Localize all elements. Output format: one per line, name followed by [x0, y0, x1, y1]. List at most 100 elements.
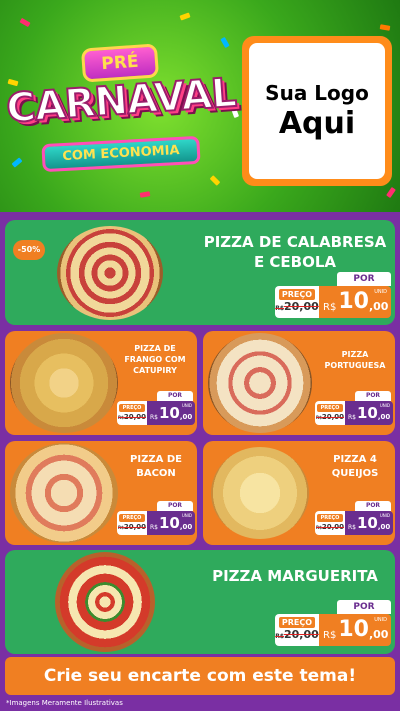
new-price-cents: ,00	[179, 523, 193, 531]
por-label: POR	[337, 272, 391, 286]
product-title-line2: QUEIJOS	[331, 468, 379, 479]
old-currency: R$	[315, 414, 322, 420]
product-title-line1: PIZZA DE	[134, 344, 176, 353]
pizza-bacon-image	[10, 443, 118, 543]
old-price: R$20,00	[275, 628, 319, 644]
new-price-box: R$ 10 ,00 UNID	[147, 511, 195, 535]
new-price-cents: ,00	[368, 300, 389, 313]
pizza-portuguesa-image	[208, 333, 312, 433]
unit-label: UNID	[379, 513, 390, 518]
new-price-box: R$ 10 ,00 UNID	[147, 401, 195, 425]
price-tag: POR PREÇO R$20,00 R$ 10 ,00 UNID	[315, 391, 393, 425]
new-price-int: 10	[159, 514, 180, 532]
por-label: POR	[337, 600, 391, 614]
old-currency: R$	[275, 304, 284, 312]
old-price-box: PREÇO R$20,00	[275, 286, 319, 318]
old-price-box: PREÇO R$20,00	[315, 401, 345, 425]
new-price-int: 10	[338, 617, 369, 642]
confetti	[379, 24, 391, 31]
pre-carnaval-logo: PRÉ CARNAVAL COM ECONOMIA	[4, 28, 238, 188]
product-title-line2: BACON	[136, 468, 176, 479]
old-value: 20,00	[284, 627, 319, 641]
cta-banner[interactable]: Crie seu encarte com este tema!	[5, 657, 395, 695]
confetti	[386, 186, 396, 199]
unit-label: UNID	[181, 513, 192, 518]
por-label: POR	[355, 501, 391, 511]
new-price-int: 10	[357, 404, 378, 422]
old-price-box: PREÇO R$20,00	[117, 511, 147, 535]
currency: R$	[348, 414, 356, 421]
currency: R$	[348, 524, 356, 531]
price-tag: POR PREÇO R$20,00 R$ 10 ,00 UNID	[315, 501, 393, 535]
price-tag: POR PREÇO R$20,00 R$ 10 ,00 UNID	[275, 272, 391, 318]
pizza-marguerita-image	[55, 552, 155, 652]
product-title-line1: PIZZA DE CALABRESA	[203, 233, 387, 251]
preco-label: PREÇO	[119, 513, 145, 522]
old-price-box: PREÇO R$20,00	[117, 401, 147, 425]
currency: R$	[150, 524, 158, 531]
preco-label: PREÇO	[119, 403, 145, 412]
product-title: PIZZA DE BACON	[117, 453, 195, 481]
old-value: 20,00	[321, 412, 345, 421]
preco-label: PREÇO	[317, 403, 343, 412]
old-price: R$20,00	[275, 300, 319, 316]
new-price-cents: ,00	[368, 628, 389, 641]
new-price-cents: ,00	[377, 413, 391, 421]
old-value: 20,00	[123, 412, 147, 421]
disclaimer-text: *Imagens Meramente Ilustrativas	[6, 699, 123, 707]
product-title: PIZZA MARGUERITA	[195, 566, 395, 586]
currency: R$	[323, 630, 337, 641]
new-price-int: 10	[357, 514, 378, 532]
unit-label: UNID	[374, 617, 387, 623]
economia-ribbon: COM ECONOMIA	[41, 135, 201, 173]
confetti	[139, 191, 151, 198]
unit-label: UNID	[379, 403, 390, 408]
por-label: POR	[157, 391, 193, 401]
new-price-box: R$ 10 ,00 UNID	[319, 614, 391, 646]
old-price-box: PREÇO R$20,00	[275, 614, 319, 646]
pizza-frango-image	[10, 333, 118, 433]
brand-logo-inner: Sua Logo Aqui	[249, 43, 385, 179]
price-tag: POR PREÇO R$20,00 R$ 10 ,00 UNID	[117, 391, 195, 425]
pizza-calabresa-image	[57, 226, 163, 320]
product-title: PIZZA DE FRANGO COM CATUPIRY	[113, 343, 197, 376]
brand-logo-line1: Sua Logo	[265, 81, 369, 105]
discount-badge: -50%	[13, 240, 45, 260]
confetti	[179, 12, 191, 21]
product-title-line1: PIZZA	[341, 350, 369, 359]
new-price-cents: ,00	[179, 413, 193, 421]
new-price-int: 10	[338, 289, 369, 314]
new-price-int: 10	[159, 404, 180, 422]
product-title-line2: E CEBOLA	[253, 253, 337, 271]
product-card-frango[interactable]: PIZZA DE FRANGO COM CATUPIRY POR PREÇO R…	[5, 331, 197, 435]
old-price: R$20,00	[316, 522, 344, 533]
product-card-marguerita[interactable]: PIZZA MARGUERITA POR PREÇO R$20,00 R$ 10…	[5, 550, 395, 654]
product-card-portuguesa[interactable]: PIZZA PORTUGUESA POR PREÇO R$20,00 R$ 10…	[203, 331, 395, 435]
old-currency: R$	[275, 632, 284, 640]
product-title-line2: FRANGO COM	[124, 355, 186, 364]
old-currency: R$	[117, 414, 124, 420]
brand-logo-placeholder[interactable]: Sua Logo Aqui	[242, 36, 392, 186]
new-price-box: R$ 10 ,00 UNID	[345, 401, 393, 425]
old-price: R$20,00	[316, 412, 344, 423]
product-card-bacon[interactable]: PIZZA DE BACON POR PREÇO R$20,00 R$ 10 ,…	[5, 441, 197, 545]
product-card-4-queijos[interactable]: PIZZA 4 QUEIJOS POR PREÇO R$20,00 R$ 10 …	[203, 441, 395, 545]
product-title: PIZZA 4 QUEIJOS	[319, 453, 391, 481]
new-price-cents: ,00	[377, 523, 391, 531]
new-price-box: R$ 10 ,00 UNID	[345, 511, 393, 535]
product-title-line3: CATUPIRY	[133, 366, 177, 375]
old-value: 20,00	[284, 299, 319, 313]
por-label: POR	[157, 501, 193, 511]
unit-label: UNID	[374, 289, 387, 295]
product-title: PIZZA PORTUGUESA	[319, 349, 391, 371]
preco-label: PREÇO	[279, 616, 315, 628]
new-price-box: R$ 10 ,00 UNID	[319, 286, 391, 318]
pizza-4-queijos-image	[211, 447, 309, 539]
product-card-calabresa[interactable]: -50% PIZZA DE CALABRESA E CEBOLA POR PRE…	[5, 220, 395, 325]
preco-label: PREÇO	[279, 288, 315, 300]
product-title-line1: PIZZA 4	[333, 454, 377, 465]
carnaval-title: CARNAVAL	[4, 69, 238, 133]
preco-label: PREÇO	[317, 513, 343, 522]
currency: R$	[323, 302, 337, 313]
old-price: R$20,00	[118, 522, 146, 533]
